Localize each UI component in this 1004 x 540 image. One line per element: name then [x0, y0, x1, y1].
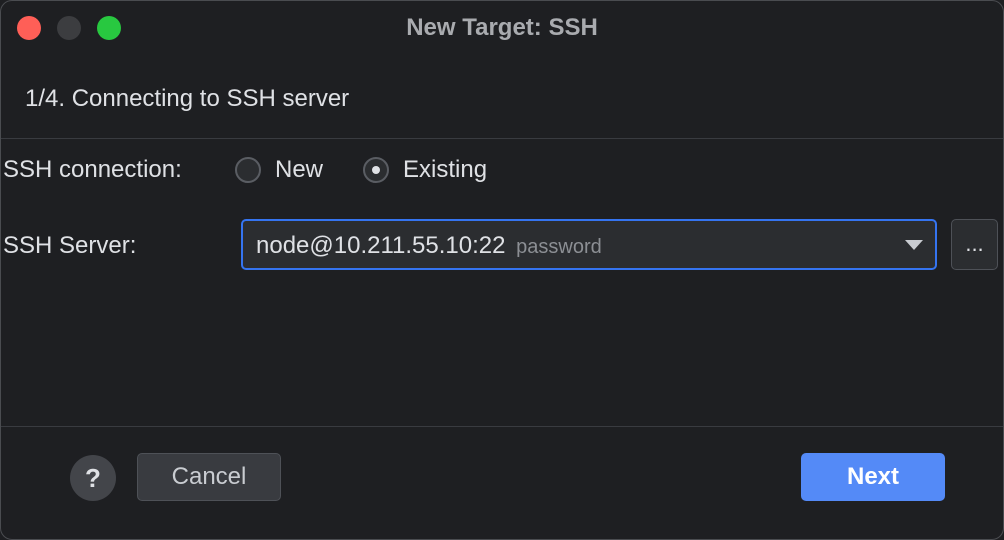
ssh-connection-label: SSH connection: [3, 156, 182, 183]
ssh-server-label: SSH Server: [3, 232, 137, 259]
ssh-server-value: node@10.211.55.10:22 password [256, 232, 602, 260]
radio-existing-circle[interactable] [363, 157, 389, 183]
window-title: New Target: SSH [406, 14, 598, 41]
radio-new[interactable]: New [235, 156, 323, 184]
chevron-down-icon[interactable] [905, 240, 923, 250]
dialog-window: New Target: SSH 1/4. Connecting to SSH s… [0, 0, 1004, 540]
footer-divider [1, 426, 1003, 427]
browse-servers-button[interactable]: ... [951, 219, 998, 270]
radio-new-label[interactable]: New [275, 156, 323, 184]
divider [1, 138, 1003, 139]
step-title: 1/4. Connecting to SSH server [25, 85, 350, 112]
ssh-server-address: node@10.211.55.10:22 [256, 232, 506, 259]
ssh-server-auth-type: password [516, 236, 602, 258]
ssh-server-dropdown[interactable]: node@10.211.55.10:22 password [241, 219, 937, 270]
radio-selected-dot [372, 166, 380, 174]
radio-existing[interactable]: Existing [363, 156, 487, 184]
next-button[interactable]: Next [801, 453, 945, 501]
title-bar[interactable]: New Target: SSH [1, 1, 1003, 55]
cancel-button[interactable]: Cancel [137, 453, 281, 501]
help-button[interactable]: ? [70, 455, 116, 501]
radio-existing-label[interactable]: Existing [403, 156, 487, 184]
radio-new-circle[interactable] [235, 157, 261, 183]
